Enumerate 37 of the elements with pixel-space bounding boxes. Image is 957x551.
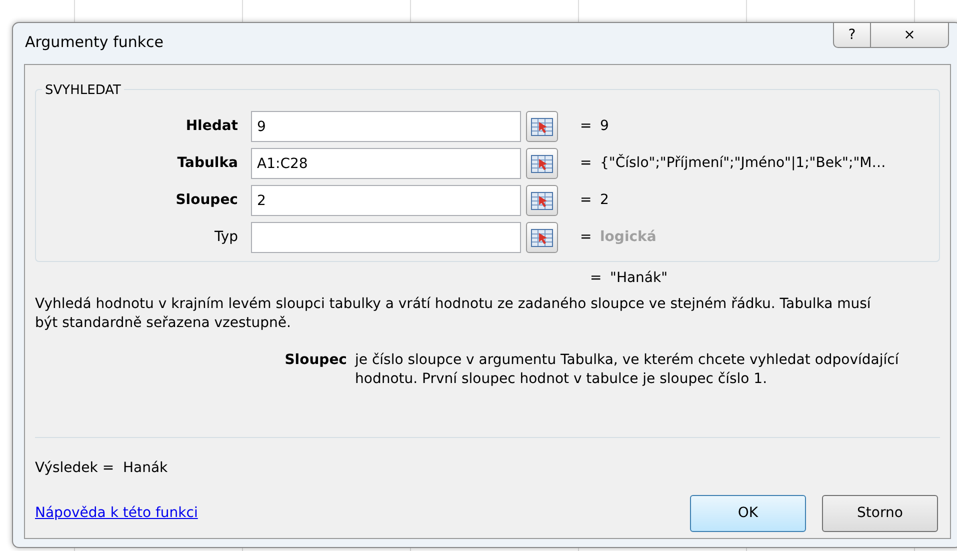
equals-sign: = [580, 191, 593, 210]
dialog-button[interactable]: OK [690, 494, 806, 532]
argument-label: Typ [213, 228, 239, 247]
equals-sign: = [580, 117, 593, 136]
range-select-icon [531, 154, 553, 172]
equals-sign: = [580, 228, 593, 247]
equals-sign: = [580, 154, 593, 173]
argument-name: Sloupec [284, 350, 348, 370]
close-button[interactable]: × [871, 22, 949, 48]
argument-label: Tabulka [176, 154, 239, 173]
window-title: Argumenty funkce [25, 33, 164, 51]
range-select-button[interactable] [526, 111, 558, 142]
help-link[interactable]: Nápověda k této funkci [35, 502, 198, 524]
result-value: Hanák [122, 460, 168, 476]
help-button[interactable]: ? [833, 22, 871, 48]
range-select-button[interactable] [526, 148, 558, 179]
range-select-button[interactable] [526, 185, 558, 216]
argument-field[interactable]: 2 [251, 185, 521, 216]
argument-field[interactable]: 9 [251, 111, 521, 142]
argument-result: 9 [600, 117, 609, 136]
range-select-icon [531, 192, 553, 210]
argument-result: 2 [600, 191, 609, 210]
range-select-button[interactable] [526, 222, 558, 253]
argument-field[interactable]: A1:C28 [251, 148, 521, 179]
argument-description: je číslo sloupce v argumentu Tabulka, ve kterém chcete vyhledat odpovídající hodnotu. První sloupec hodnot v tabulce je sloupec číslo 1. [355, 350, 900, 390]
argument-field[interactable] [251, 222, 521, 253]
argument-label: Sloupec [174, 191, 239, 210]
function-description: Vyhledá hodnotu v krajním levém sloupci tabulky a vrátí hodnotu ze zadaného sloupce ve stejném řádku. Tabulka musí být standardně seřazena vzestupně. [35, 295, 872, 333]
result-label: Výsledek = [35, 460, 114, 476]
formula-result: "Hanák" [610, 269, 668, 288]
dialog-button[interactable]: Storno [822, 494, 938, 532]
range-select-icon [531, 228, 553, 246]
argument-label: Hledat [184, 117, 239, 136]
range-select-icon [531, 118, 553, 136]
argument-result: logická [600, 228, 656, 247]
equals-sign: = [590, 269, 603, 288]
argument-result: {"Číslo";"Příjmení";"Jméno"|1;"Bek";"M… [600, 153, 886, 173]
